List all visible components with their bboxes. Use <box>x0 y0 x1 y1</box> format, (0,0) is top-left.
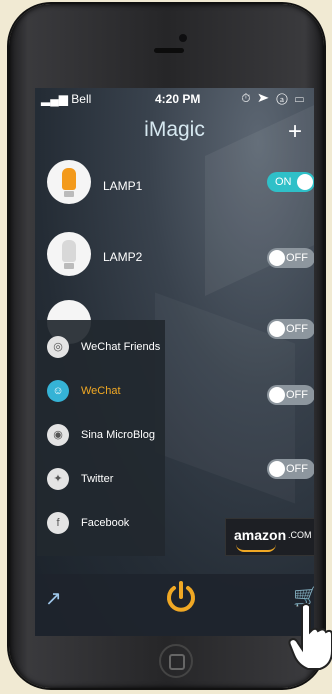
lamp-toggle[interactable]: ON <box>267 172 314 192</box>
pointing-hand-icon <box>288 603 332 670</box>
amazon-logo-text: amazon <box>234 527 287 543</box>
toggle-label: OFF <box>286 463 308 475</box>
home-button[interactable] <box>159 644 193 678</box>
bulb-base <box>64 263 74 269</box>
bulb-icon <box>62 168 76 190</box>
front-camera <box>179 34 187 42</box>
amazon-smile-icon <box>236 544 276 552</box>
status-icons: ⏱ ➤ ⓐ ▭ <box>241 91 306 105</box>
lamp-toggle[interactable]: OFF <box>267 248 314 268</box>
toggle-label: OFF <box>286 389 308 401</box>
weibo-icon: ◉ <box>47 424 69 446</box>
app-title: iMagic <box>144 118 205 141</box>
bottom-toolbar: ↗ 🛒 <box>35 574 314 636</box>
share-item-label: Facebook <box>81 517 130 529</box>
toggle-knob <box>269 461 285 477</box>
share-icon[interactable]: ↗ <box>45 586 62 611</box>
share-item-label: Twitter <box>81 473 114 485</box>
toggle-label: OFF <box>286 323 308 335</box>
toggle-knob <box>269 321 285 337</box>
lamp-name: LAMP1 <box>103 179 143 193</box>
lamp-toggle[interactable]: OFF <box>267 319 314 339</box>
phone-frame: ▂▄▆ Bell 4:20 PM ⏱ ➤ ⓐ ▭ iMagic + LAMP1 … <box>9 4 324 688</box>
bulb-icon <box>62 240 76 262</box>
lamp-name: LAMP2 <box>103 250 143 264</box>
wechat-icon: ☺ <box>47 380 69 402</box>
status-time: 4:20 PM <box>155 92 201 106</box>
twitter-icon: ✦ <box>47 468 69 490</box>
wechat-moments-icon: ◎ <box>47 336 69 358</box>
earpiece-speaker <box>154 48 184 53</box>
app-screen: ▂▄▆ Bell 4:20 PM ⏱ ➤ ⓐ ▭ iMagic + LAMP1 … <box>35 88 314 636</box>
toggle-knob <box>297 174 313 190</box>
lamp-icon <box>47 232 91 276</box>
facebook-icon: f <box>47 512 69 534</box>
toggle-label: OFF <box>286 252 308 264</box>
status-bar: ▂▄▆ Bell 4:20 PM ⏱ ➤ ⓐ ▭ <box>35 88 314 110</box>
lamp-icon <box>47 160 91 204</box>
lamp-toggle[interactable]: OFF <box>267 459 314 479</box>
toggle-label: ON <box>275 176 292 188</box>
bulb-base <box>64 191 74 197</box>
carrier-name: Bell <box>71 92 92 106</box>
share-item-label: WeChat Friends <box>81 341 161 353</box>
add-lamp-button[interactable]: + <box>288 118 302 146</box>
share-menu: ◎ WeChat Friends ☺ WeChat ◉ Sina MicroBl… <box>37 320 165 556</box>
carrier-label: ▂▄▆ Bell <box>41 92 92 106</box>
share-item-label: WeChat <box>81 385 121 397</box>
lamp-toggle[interactable]: OFF <box>267 385 314 405</box>
share-item-label: Sina MicroBlog <box>81 429 155 441</box>
amazon-link[interactable]: amazon .COM <box>225 518 314 556</box>
toggle-knob <box>269 387 285 403</box>
power-icon[interactable] <box>163 579 199 615</box>
toggle-knob <box>269 250 285 266</box>
amazon-logo-suffix: .COM <box>288 530 312 540</box>
